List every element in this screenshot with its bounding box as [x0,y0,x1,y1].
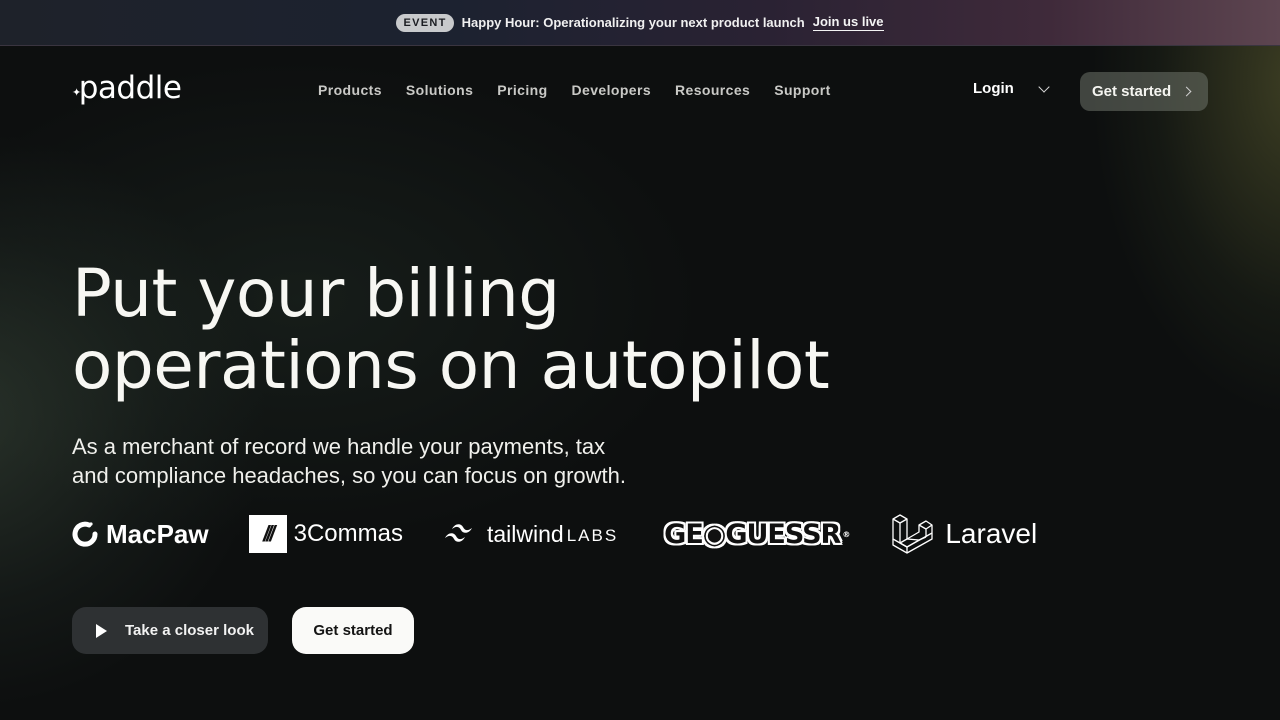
event-badge: EVENT [396,13,454,32]
nav-solutions[interactable]: Solutions [406,82,473,98]
nav-developers[interactable]: Developers [572,82,651,98]
hero-title-line1: Put your billing [72,255,560,332]
hero-get-started-label: Get started [313,622,393,639]
3commas-logo: /// 3Commas [248,515,403,553]
tailwind-labs-text: LABS [566,525,619,545]
laravel-logo: Laravel [891,513,1037,555]
3commas-text: 3Commas [293,520,403,547]
tailwind-text: tailwind [486,520,564,547]
event-banner: EVENT Happy Hour: Operationalizing your … [0,0,1280,46]
laravel-icon [892,514,933,554]
macpaw-text: MacPaw [106,518,209,549]
login-label: Login [973,80,1014,97]
nav-products[interactable]: Products [318,82,382,98]
macpaw-logo: MacPaw [72,519,209,550]
hero-subtitle-line2: and compliance headaches, so you can foc… [72,463,627,488]
macpaw-icon [72,521,98,547]
nav-get-started-label: Get started [1092,83,1172,100]
main-menu: Products Solutions Pricing Developers Re… [318,82,831,98]
tailwind-labs-logo: tailwind LABS [443,521,618,548]
customer-logos: MacPaw /// 3Commas tailwind LABS GE◉GUES… [72,512,1037,556]
login-dropdown[interactable]: Login [973,80,1050,97]
chevron-right-icon [1181,86,1192,97]
play-icon [96,623,107,638]
nav-get-started-button[interactable]: Get started [1080,72,1208,111]
hero-actions: Take a closer look Get started [72,607,414,654]
nav-support[interactable]: Support [774,82,830,98]
event-text: Happy Hour: Operationalizing your next p… [461,15,805,30]
paddle-logo[interactable]: ✦ paddle [72,70,182,106]
3commas-icon: /// [248,515,287,553]
hero-title-line2: operations on autopilot [72,327,830,404]
nav-pricing[interactable]: Pricing [497,82,547,98]
chevron-down-icon [1038,80,1050,93]
top-nav: ✦ paddle Products Solutions Pricing Deve… [0,46,1280,136]
hero-subtitle-line1: As a merchant of record we handle your p… [72,434,606,459]
take-closer-look-label: Take a closer look [125,622,254,639]
laravel-text: Laravel [945,518,1038,549]
nav-resources[interactable]: Resources [675,82,750,98]
join-us-live-link[interactable]: Join us live [812,14,884,31]
hero-get-started-button[interactable]: Get started [292,607,414,654]
hero-title: Put your billing operations on autopilot [72,255,830,404]
logo-text: paddle [78,70,182,106]
hero-subtitle: As a merchant of record we handle your p… [72,432,692,490]
geoguessr-logo: GE◉GUESSR ® [664,518,850,550]
hero-section: Put your billing operations on autopilot… [72,255,830,490]
take-closer-look-button[interactable]: Take a closer look [72,607,268,654]
tailwind-icon [444,524,472,542]
registered-mark: ® [842,529,850,539]
geoguessr-text: GE◉GUESSR [664,518,841,550]
